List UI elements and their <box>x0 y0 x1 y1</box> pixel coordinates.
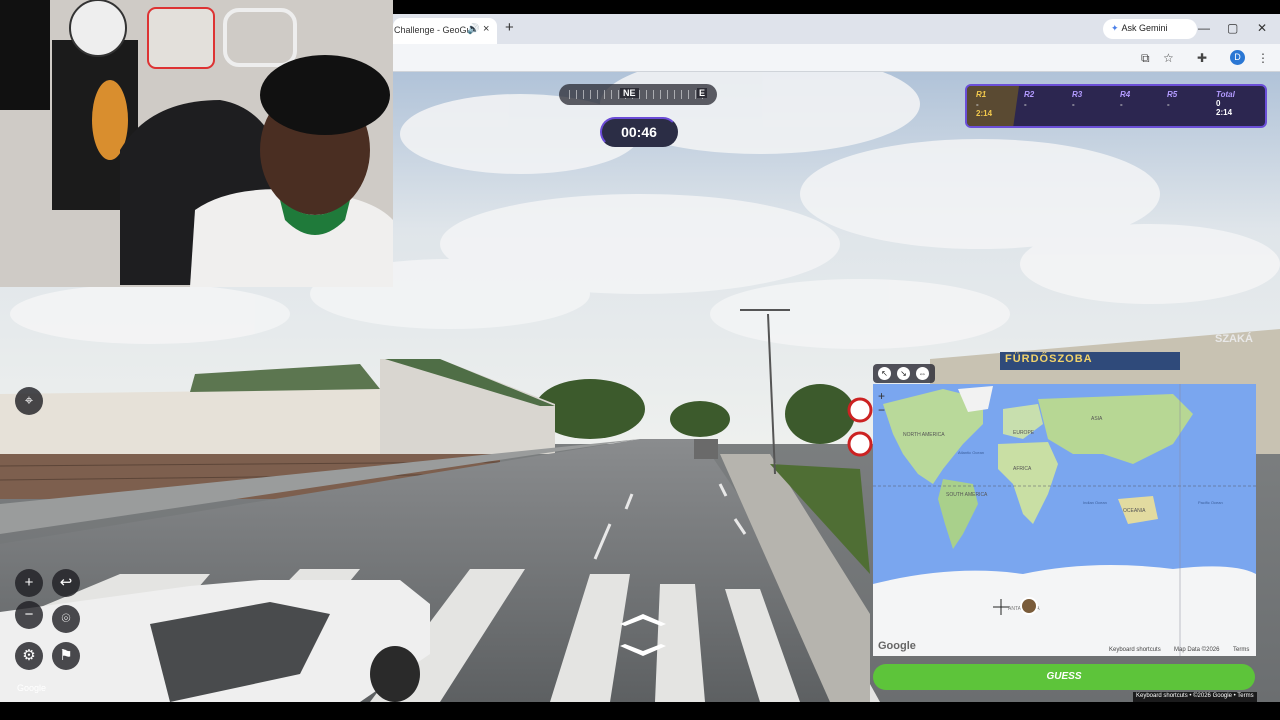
browser-tab-active[interactable]: Challenge - GeoGu 🔊 × <box>393 18 497 44</box>
round-2-label: R2 <box>1024 90 1035 99</box>
webcam-overlay <box>0 0 393 287</box>
map-zoom-in-button[interactable]: + <box>878 389 885 403</box>
streetview-credits: Keyboard shortcuts • ©2026 Google • Term… <box>1133 692 1257 702</box>
map-label-oceania: OCEANIA <box>1123 508 1146 514</box>
map-pin-toggle-icon[interactable]: ⇔ <box>916 367 929 380</box>
map-label-north-america: NORTH AMERICA <box>903 432 945 438</box>
screen-root: { "browser": { "tab_title": "Challenge -… <box>0 0 1280 720</box>
new-tab-button[interactable]: + <box>505 19 514 36</box>
close-tab-icon[interactable]: × <box>483 23 489 35</box>
round-4-score: - <box>1120 100 1123 109</box>
round-2-score: - <box>1024 100 1027 109</box>
round-1-label: R1 <box>976 90 987 99</box>
round-3-cell: R3 - <box>1072 90 1082 109</box>
storefront-sign-2: SZAKÁ <box>1215 333 1253 345</box>
round-4-label: R4 <box>1120 90 1131 99</box>
map-terms-link[interactable]: Terms <box>1233 647 1249 653</box>
install-app-icon[interactable]: ⧉ <box>1141 51 1150 66</box>
map-toolbar: ↖ ↘ ⇔ <box>873 364 935 383</box>
map-keyboard-shortcuts-link[interactable]: Keyboard shortcuts <box>1109 647 1161 653</box>
total-cell: Total 0 2:14 <box>1216 90 1235 117</box>
browser-tab-strip: Challenge - GeoGu 🔊 × + ✦ Ask Gemini — ▢ … <box>393 14 1280 44</box>
map-expand-icon[interactable]: ↖ <box>878 367 891 380</box>
round-3-score: - <box>1072 100 1075 109</box>
zoom-out-button[interactable]: − <box>15 601 43 629</box>
browser-toolbar: ⧉ ☆ ✚ D ⋮ <box>393 44 1280 72</box>
guess-button[interactable]: GUESS <box>873 664 1255 690</box>
compass: NE E <box>559 84 717 105</box>
ask-gemini-button[interactable]: ✦ Ask Gemini <box>1103 19 1197 39</box>
map-data-credit: Map Data ©2026 <box>1174 647 1220 653</box>
flag-button[interactable]: ⚑ <box>52 642 80 670</box>
location-pin-icon[interactable]: ⌖ <box>15 387 43 415</box>
map-label-africa: AFRICA <box>1013 466 1032 472</box>
maximize-button[interactable]: ▢ <box>1227 21 1238 35</box>
compass-heading-primary: NE <box>620 88 639 98</box>
map-label-pacific: Pacific Ocean <box>1198 500 1223 505</box>
map-label-europe: EUROPE <box>1013 430 1035 436</box>
round-3-label: R3 <box>1072 90 1083 99</box>
zoom-in-button[interactable]: + <box>15 569 43 597</box>
total-score: 0 <box>1216 99 1221 108</box>
round-2-cell: R2 - <box>1024 90 1034 109</box>
minimize-button[interactable]: — <box>1198 21 1210 35</box>
guess-map[interactable]: NORTH AMERICA SOUTH AMERICA EUROPE AFRIC… <box>873 384 1256 656</box>
extensions-icon[interactable]: ✚ <box>1197 51 1207 65</box>
ask-gemini-label: Ask Gemini <box>1121 23 1168 33</box>
google-watermark: Google <box>17 683 47 693</box>
close-window-button[interactable]: ✕ <box>1257 21 1267 35</box>
map-label-indian: Indian Ocean <box>1083 500 1107 505</box>
round-5-label: R5 <box>1167 90 1178 99</box>
map-google-logo: Google <box>878 640 916 652</box>
round-timer: 00:46 <box>600 117 678 147</box>
round-4-cell: R4 - <box>1120 90 1130 109</box>
settings-button[interactable]: ⚙ <box>15 642 43 670</box>
storefront-sign: FÜRDŐSZOBA <box>1005 353 1093 365</box>
map-label-asia: ASIA <box>1091 416 1103 422</box>
round-1-cell: R1 - 2:14 <box>976 90 992 118</box>
menu-kebab-icon[interactable]: ⋮ <box>1257 51 1269 65</box>
total-time: 2:14 <box>1216 108 1233 117</box>
round-5-cell: R5 - <box>1167 90 1177 109</box>
map-shrink-icon[interactable]: ↘ <box>897 367 910 380</box>
round-5-score: - <box>1167 100 1170 109</box>
round-1-time: 2:14 <box>976 109 993 118</box>
round-1-score: - <box>976 100 979 109</box>
undo-move-button[interactable]: ↩ <box>52 569 80 597</box>
map-label-south-america: SOUTH AMERICA <box>946 492 988 498</box>
move-forward-arrow-icon[interactable] <box>608 610 678 660</box>
speaker-icon[interactable]: 🔊 <box>467 24 479 35</box>
profile-avatar[interactable]: D <box>1230 50 1245 65</box>
letterbox-top <box>393 0 1280 14</box>
current-round-highlight <box>967 86 1019 126</box>
map-label-atlantic: Atlantic Ocean <box>958 450 984 455</box>
letterbox-bottom <box>0 702 1280 720</box>
gemini-sparkle-icon: ✦ <box>1111 23 1119 33</box>
map-zoom-out-button[interactable]: − <box>878 403 885 417</box>
scoreboard: R1 - 2:14 R2 - R3 - R4 - R5 - Total 0 2:… <box>965 84 1267 128</box>
bookmark-star-icon[interactable]: ☆ <box>1163 51 1174 65</box>
return-to-start-button[interactable]: ⌾ <box>52 605 80 633</box>
compass-heading-secondary: E <box>697 88 708 98</box>
tab-title: Challenge - GeoGu <box>394 25 472 35</box>
total-label: Total <box>1216 90 1235 99</box>
map-zoom-controls: + − <box>878 389 885 417</box>
